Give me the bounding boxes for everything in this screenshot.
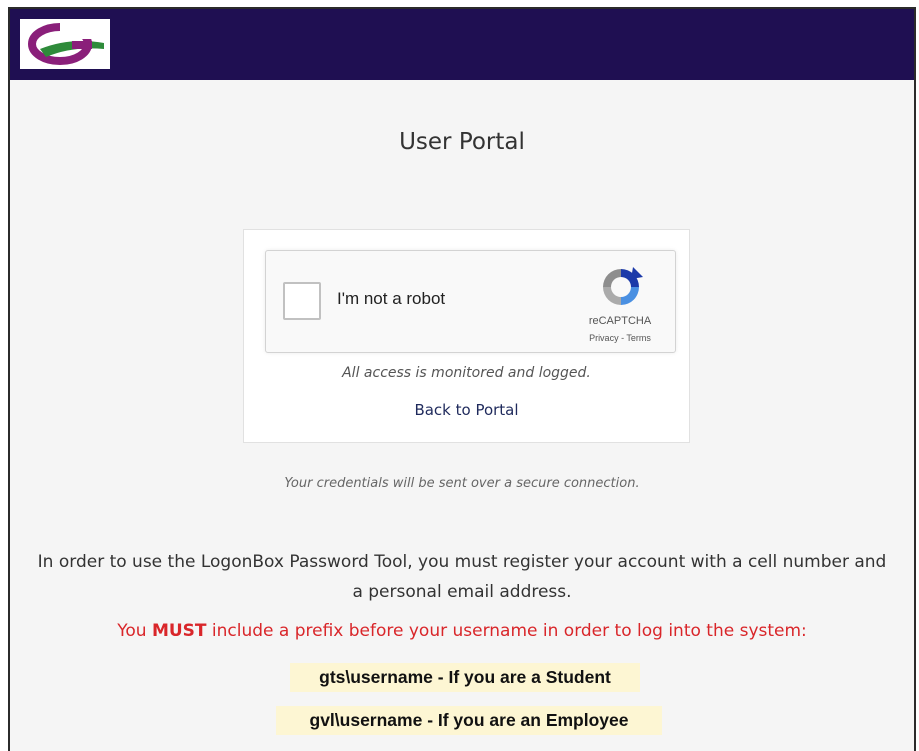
login-card: I'm not a robot reCAPTCHA Privacy - Term… xyxy=(243,229,690,443)
register-instructions: In order to use the LogonBox Password To… xyxy=(37,552,887,602)
prefix-warning-strong: MUST xyxy=(151,621,207,641)
back-to-portal-link[interactable]: Back to Portal xyxy=(244,401,689,419)
employee-prefix-note: gvl\username - If you are an Employee xyxy=(276,706,662,735)
prefix-warning-post: include a prefix before your username in… xyxy=(206,621,807,641)
recaptcha-checkbox-label: I'm not a robot xyxy=(337,289,446,308)
recaptcha-links: Privacy - Terms xyxy=(570,333,670,343)
recaptcha-icon xyxy=(603,267,643,305)
page-frame: User Portal I'm not a robot reCAPTCHA Pr… xyxy=(8,7,916,751)
prefix-warning: You MUST include a prefix before your us… xyxy=(10,621,914,641)
page-title: User Portal xyxy=(399,129,525,155)
recaptcha-terms-link[interactable]: Terms xyxy=(626,333,651,343)
monitored-notice: All access is monitored and logged. xyxy=(342,365,591,381)
prefix-warning-pre: You xyxy=(117,621,152,641)
recaptcha-checkbox[interactable] xyxy=(283,282,321,320)
student-prefix-note: gts\username - If you are a Student xyxy=(290,663,640,692)
recaptcha-widget: I'm not a robot reCAPTCHA Privacy - Term… xyxy=(265,250,676,353)
recaptcha-privacy-link[interactable]: Privacy xyxy=(589,333,619,343)
college-logo-icon xyxy=(28,23,104,65)
top-header-bar xyxy=(10,9,914,80)
college-logo[interactable] xyxy=(20,19,110,69)
recaptcha-brand: reCAPTCHA xyxy=(588,315,652,327)
secure-connection-note: Your credentials will be sent over a sec… xyxy=(284,476,640,491)
